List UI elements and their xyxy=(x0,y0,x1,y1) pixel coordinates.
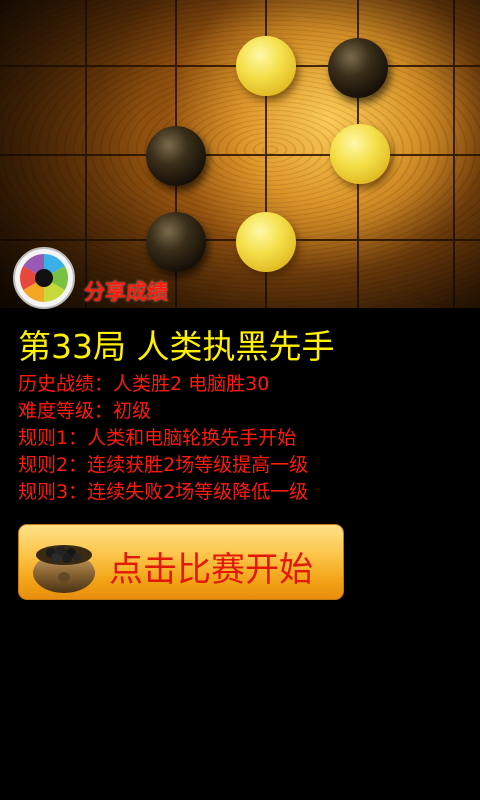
share-score-button[interactable] xyxy=(12,246,76,310)
start-match-button[interactable]: 点击比赛开始 xyxy=(18,524,344,600)
history-record: 历史战绩：人类胜2 电脑胜30 xyxy=(18,373,270,395)
black-stone xyxy=(146,126,206,186)
go-stone-bowl-icon xyxy=(33,545,95,593)
rule-2: 规则2：连续获胜2场等级提高一级 xyxy=(18,454,309,476)
camera-aperture-icon xyxy=(13,247,75,309)
share-score-label[interactable]: 分享成绩 xyxy=(84,276,168,306)
game-info-list: 历史战绩：人类胜2 电脑胜30 难度等级：初级 规则1：人类和电脑轮换先手开始 … xyxy=(18,371,308,506)
start-match-label: 点击比赛开始 xyxy=(109,550,313,590)
black-stone xyxy=(328,38,388,98)
white-stone xyxy=(236,36,296,96)
game-title: 第33局 人类执黑先手 xyxy=(18,327,335,366)
black-stone xyxy=(146,212,206,272)
rule-1: 规则1：人类和电脑轮换先手开始 xyxy=(18,427,297,449)
difficulty-level: 难度等级：初级 xyxy=(18,400,152,422)
white-stone xyxy=(330,124,390,184)
rule-3: 规则3：连续失败2场等级降低一级 xyxy=(18,481,309,503)
white-stone xyxy=(236,212,296,272)
